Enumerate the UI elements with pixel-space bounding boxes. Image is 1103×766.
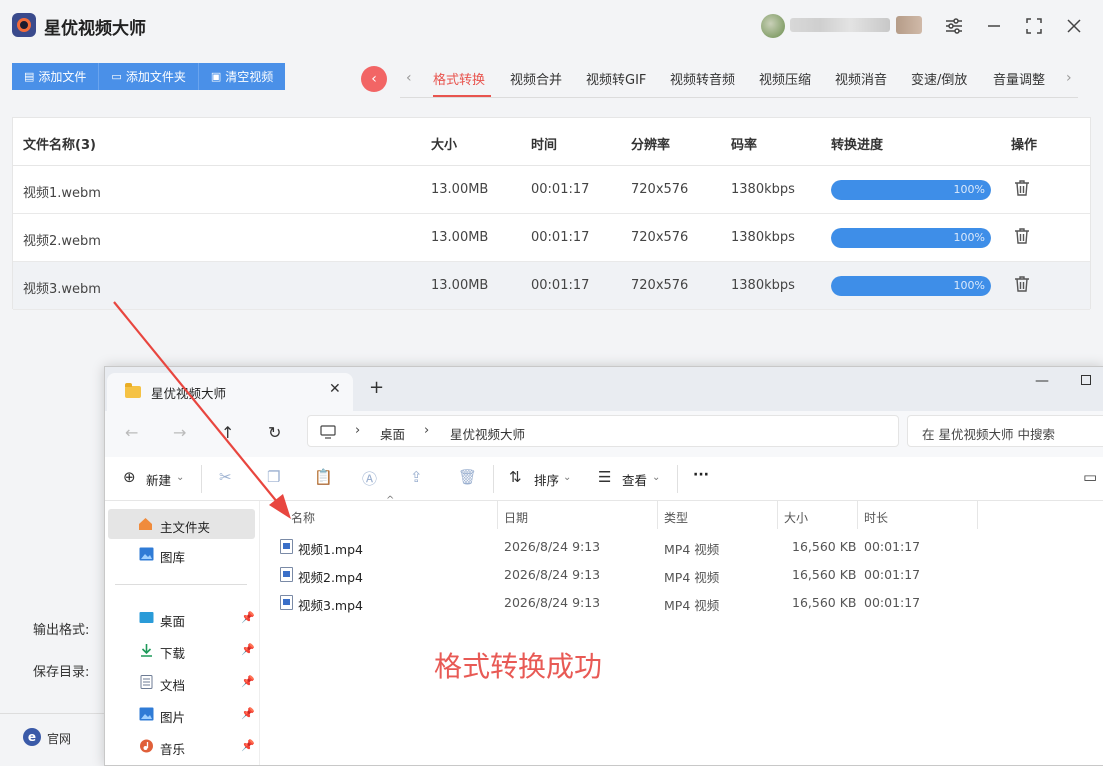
- conversion-success-text: 格式转换成功: [434, 650, 603, 683]
